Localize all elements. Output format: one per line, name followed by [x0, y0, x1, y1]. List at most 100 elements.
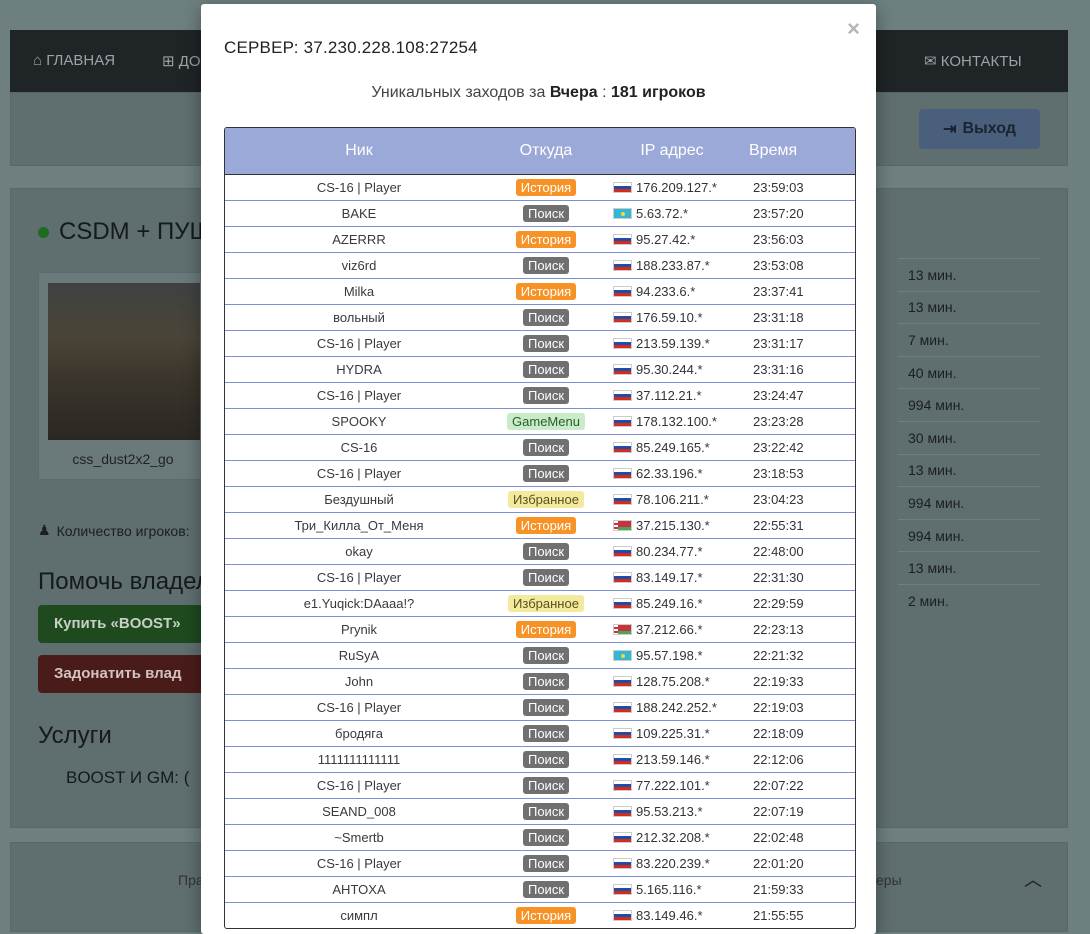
country-flag-icon	[613, 624, 632, 635]
row-from: Поиск	[493, 673, 599, 690]
row-from: GameMenu	[493, 413, 599, 430]
row-time: 22:01:20	[753, 856, 804, 871]
side-time-row: 13 мин.	[898, 290, 1040, 324]
source-badge: Поиск	[522, 829, 570, 846]
row-nick: Prynik	[340, 622, 378, 637]
source-badge: История	[515, 231, 577, 248]
row-from: Поиск	[493, 647, 599, 664]
table-row: бродяга Поиск 109.225.31.* 22:18:09	[225, 721, 855, 747]
row-ip: 77.222.101.*	[599, 778, 745, 793]
unique-count: 181 игроков	[610, 84, 706, 101]
footer-left-text: Пра	[178, 872, 204, 888]
row-time: 22:29:59	[753, 596, 804, 611]
visits-table: Ник Откуда IP адрес Время CS-16 | Player…	[224, 127, 856, 929]
row-ip-text: 37.112.21.*	[636, 388, 702, 403]
country-flag-icon	[613, 754, 632, 765]
country-flag-icon	[613, 494, 632, 505]
source-badge: Поиск	[522, 725, 570, 742]
row-time: 22:07:19	[753, 804, 804, 819]
table-row: HYDRA Поиск 95.30.244.* 23:31:16	[225, 357, 855, 383]
side-time-row: 2 мин.	[898, 583, 1040, 617]
row-from: История	[493, 621, 599, 638]
close-icon[interactable]: ×	[847, 16, 860, 42]
buy-boost-button[interactable]: Купить «BOOST»	[38, 605, 218, 643]
country-flag-icon	[613, 390, 632, 401]
country-flag-icon	[613, 728, 632, 739]
row-nick: SPOOKY	[331, 414, 387, 429]
players-count-text: Количество игроков:	[56, 522, 190, 539]
server-title-text: CSDM + ПУШ	[59, 218, 212, 245]
plus-square-icon: ⊞	[162, 53, 175, 70]
logout-button[interactable]: ⇥ Выход	[919, 109, 1040, 149]
row-ip-text: 77.222.101.*	[636, 778, 710, 793]
row-nick: CS-16 | Player	[316, 570, 402, 585]
row-nick: CS-16 | Player	[316, 388, 402, 403]
source-badge: Поиск	[522, 673, 570, 690]
row-from: Поиск	[493, 543, 599, 560]
row-ip: 83.220.239.*	[599, 856, 745, 871]
nav-contacts[interactable]: ✉ КОНТАКТЫ	[924, 52, 1022, 70]
row-from: Избранное	[493, 595, 599, 612]
row-ip-text: 94.233.6.*	[636, 284, 696, 299]
row-ip: 188.242.252.*	[599, 700, 745, 715]
row-time: 23:31:16	[753, 362, 804, 377]
row-ip-text: 176.59.10.*	[636, 310, 703, 325]
row-time: 22:48:00	[753, 544, 804, 559]
row-from: Поиск	[493, 361, 599, 378]
nav-add[interactable]: ⊞ ДО	[162, 52, 201, 70]
row-from: История	[493, 179, 599, 196]
row-ip-text: 213.59.146.*	[636, 752, 710, 767]
table-row: CS-16 Поиск 85.249.165.* 23:22:42	[225, 435, 855, 461]
table-row: AZERRR История 95.27.42.* 23:56:03	[225, 227, 855, 253]
row-time: 22:07:22	[753, 778, 804, 793]
row-time: 23:31:18	[753, 310, 804, 325]
row-ip: 95.30.244.*	[599, 362, 745, 377]
table-row: CS-16 | Player История 176.209.127.* 23:59:…	[225, 175, 855, 201]
row-from: Поиск	[493, 205, 599, 222]
source-badge: GameMenu	[507, 413, 585, 430]
row-from: Поиск	[493, 881, 599, 898]
map-card: css_dust2x2_go	[38, 272, 208, 480]
source-badge: Поиск	[522, 387, 570, 404]
table-row: CS-16 | Player Поиск 83.220.239.* 22:01:20	[225, 851, 855, 877]
source-badge: Поиск	[522, 777, 570, 794]
row-ip: 62.33.196.*	[599, 466, 745, 481]
row-ip: 5.63.72.*	[599, 206, 745, 221]
row-nick: SEAND_008	[322, 804, 396, 819]
row-nick: CS-16 | Player	[316, 180, 402, 195]
country-flag-icon	[613, 572, 632, 583]
donate-button[interactable]: Задонатить влад	[38, 655, 218, 693]
row-ip-text: 85.249.165.*	[636, 440, 710, 455]
row-ip-text: 109.225.31.*	[636, 726, 710, 741]
side-time-list: 13 мин. 13 мин. 7 мин. 40 мин. 994 мин. 30 ми…	[898, 258, 1040, 617]
scroll-up-icon[interactable]: ︿	[1024, 866, 1042, 892]
row-time: 23:56:03	[753, 232, 804, 247]
country-flag-icon	[613, 364, 632, 375]
table-row: CS-16 | Player Поиск 188.242.252.* 22:19:03	[225, 695, 855, 721]
row-nick: Три_Килла_От_Меня	[294, 518, 424, 533]
row-time: 23:23:28	[753, 414, 804, 429]
row-from: Поиск	[493, 387, 599, 404]
row-from: Поиск	[493, 777, 599, 794]
source-badge: История	[515, 621, 577, 638]
row-ip: 37.112.21.*	[599, 388, 745, 403]
row-ip: 212.32.208.*	[599, 830, 745, 845]
row-from: Поиск	[493, 257, 599, 274]
country-flag-icon	[613, 182, 632, 193]
unique-sep: :	[602, 84, 607, 101]
row-time: 22:21:32	[753, 648, 804, 663]
row-from: Поиск	[493, 725, 599, 742]
row-time: 23:59:03	[753, 180, 804, 195]
table-row: симпл История 83.149.46.* 21:55:55	[225, 903, 855, 928]
country-flag-icon	[613, 858, 632, 869]
services-item: BOOST И GM: (	[66, 768, 190, 787]
nav-home[interactable]: ⌂ ГЛАВНАЯ	[33, 52, 115, 69]
row-from: Поиск	[493, 335, 599, 352]
side-time-row: 40 мин.	[898, 355, 1040, 389]
row-nick: CS-16 | Player	[316, 700, 402, 715]
row-nick: Milka	[343, 284, 375, 299]
row-from: Поиск	[493, 569, 599, 586]
row-nick: HYDRA	[336, 362, 382, 377]
country-flag-icon	[613, 286, 632, 297]
row-nick: CS-16 | Player	[316, 466, 402, 481]
